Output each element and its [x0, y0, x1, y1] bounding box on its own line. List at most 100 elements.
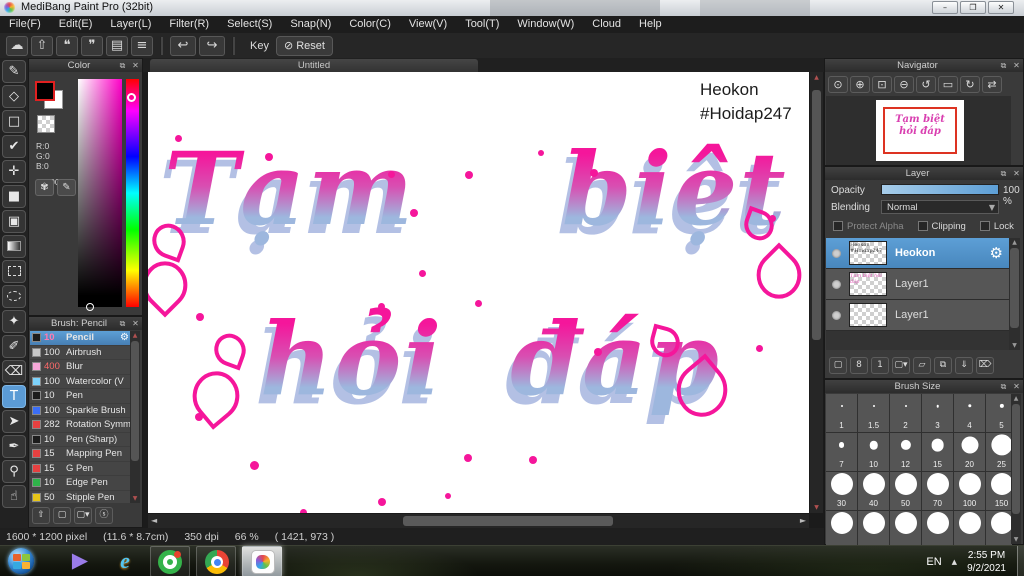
transparent-color-swatch[interactable]: [37, 115, 55, 133]
brush-size-20[interactable]: 20: [954, 433, 985, 471]
operation-tool[interactable]: ➤: [2, 410, 26, 433]
brush-list-scrollbar[interactable]: ▲ ▼: [130, 331, 140, 503]
layer-list-scrollbar[interactable]: ▲ ▼: [1009, 238, 1020, 350]
blending-select[interactable]: Normal ▼: [881, 200, 999, 214]
add-layer-menu-button[interactable]: ▢▾: [892, 357, 910, 374]
palette-button[interactable]: ✾: [35, 179, 54, 196]
tray-chevron-icon[interactable]: ▲: [952, 558, 957, 566]
brush-item-rotation-symm[interactable]: 282 Rotation Symm: [30, 418, 131, 433]
brush-item-mapping-pen[interactable]: 15 Mapping Pen: [30, 447, 131, 462]
move-tool[interactable]: ✛: [2, 160, 26, 183]
canvas[interactable]: Heokon #Hoidap247 Tạm biệt hỏi đáp: [148, 72, 809, 513]
menu-item-file-f[interactable]: File(F): [0, 16, 50, 33]
menu-item-cloud[interactable]: Cloud: [583, 16, 630, 33]
canvas-vertical-scrollbar[interactable]: ▲ ▼: [810, 72, 823, 513]
add-layer-button[interactable]: ▢: [829, 357, 847, 374]
layer-row-layer1[interactable]: Layer1: [826, 300, 1011, 331]
brush-size-1[interactable]: 1: [826, 394, 857, 432]
delete-layer-button[interactable]: ⌦: [976, 357, 994, 374]
canvas-horizontal-scrollbar[interactable]: ◄ ►: [148, 514, 809, 528]
brush-size-100[interactable]: 100: [954, 472, 985, 510]
protect-alpha-checkbox[interactable]: Protect Alpha: [833, 221, 904, 232]
brush-size-cell[interactable]: [922, 511, 953, 545]
brush-size-4[interactable]: 4: [954, 394, 985, 432]
document-button[interactable]: ▤: [106, 35, 128, 56]
brush-size-25[interactable]: 25: [986, 433, 1012, 471]
close-icon[interactable]: ✕: [1010, 382, 1023, 391]
flip-view-button[interactable]: ⇄: [982, 76, 1002, 93]
popout-icon[interactable]: ⧉: [116, 61, 129, 71]
popout-icon[interactable]: ⧉: [997, 169, 1010, 179]
language-indicator[interactable]: EN: [926, 556, 941, 568]
brush-item-sparkle-brush[interactable]: 100 Sparkle Brush: [30, 404, 131, 418]
close-icon[interactable]: ✕: [129, 319, 142, 328]
brush-size-40[interactable]: 40: [858, 472, 889, 510]
menu-item-window-w[interactable]: Window(W): [508, 16, 583, 33]
taskbar-kmplayer-icon[interactable]: ▶: [68, 549, 92, 573]
add-1bit-layer-button[interactable]: 1: [871, 357, 889, 374]
upload-brush-button[interactable]: ⇧: [32, 507, 50, 524]
select-pen-tool[interactable]: ✐: [2, 335, 26, 358]
canvas-tab[interactable]: Untitled: [150, 59, 478, 72]
brush-size-70[interactable]: 70: [922, 472, 953, 510]
figure-tool[interactable]: □: [2, 110, 26, 133]
saturation-value-picker[interactable]: [78, 79, 122, 311]
brush-size-50[interactable]: 50: [890, 472, 921, 510]
layer-folder-button[interactable]: ▱: [913, 357, 931, 374]
clock[interactable]: 2:55 PM 9/2/2021: [967, 549, 1006, 575]
minimize-button[interactable]: –: [932, 1, 958, 14]
add-brush-menu-button[interactable]: ▢▾: [74, 507, 92, 524]
close-icon[interactable]: ✕: [129, 61, 142, 70]
reset-button[interactable]: ⊘ Reset: [275, 35, 333, 56]
navigator-thumbnail[interactable]: Tạm biệt hỏi đáp: [876, 100, 964, 161]
menu-item-edit-e[interactable]: Edit(E): [50, 16, 102, 33]
taskbar-internet-explorer-icon[interactable]: e: [113, 549, 137, 573]
magic-wand-tool[interactable]: ✦: [2, 310, 26, 333]
brush-item-airbrush[interactable]: 100 Airbrush: [30, 346, 131, 360]
gradient-tool[interactable]: [2, 235, 26, 258]
brush-item-pen-sharp[interactable]: 10 Pen (Sharp): [30, 433, 131, 447]
menu-item-tool-t[interactable]: Tool(T): [456, 16, 508, 33]
fill-rect-tool[interactable]: ■: [2, 185, 26, 208]
restore-button[interactable]: ❐: [960, 1, 986, 14]
brush-item-g-pen[interactable]: 15 G Pen: [30, 462, 131, 476]
reset-view-button[interactable]: ▭: [938, 76, 958, 93]
close-button[interactable]: ✕: [988, 1, 1014, 14]
brush-item-watercolor-v[interactable]: 100 Watercolor (V: [30, 375, 131, 389]
layer-row-heokon[interactable]: Heokon #Hoidap247 Heokon ⚙: [826, 238, 1011, 269]
text-tool[interactable]: T: [2, 385, 26, 408]
brush-item-pen[interactable]: 10 Pen: [30, 389, 131, 404]
menu-item-filter-r[interactable]: Filter(R): [160, 16, 218, 33]
undo-button[interactable]: ↩: [170, 35, 196, 56]
brush-size-cell[interactable]: [826, 511, 857, 545]
select-eraser-tool[interactable]: ⌫: [2, 360, 26, 383]
layer-visibility-dot[interactable]: [832, 310, 841, 320]
brush-size-cell[interactable]: [954, 511, 985, 545]
add-8bit-layer-button[interactable]: 8: [850, 357, 868, 374]
hand-tool[interactable]: ☝: [2, 485, 26, 508]
publish-button[interactable]: ⇧: [31, 35, 53, 56]
pen-tool[interactable]: ✒: [2, 435, 26, 458]
redo-button[interactable]: ↪: [199, 35, 225, 56]
brush-size-150[interactable]: 150: [986, 472, 1012, 510]
popout-icon[interactable]: ⧉: [116, 319, 129, 329]
start-button[interactable]: [8, 548, 34, 574]
eyedropper-tool[interactable]: ⚲: [2, 460, 26, 483]
taskbar-chrome-button[interactable]: [196, 546, 236, 576]
cloud-button[interactable]: ☁: [6, 35, 28, 56]
opacity-slider[interactable]: [881, 184, 999, 195]
select-tool[interactable]: [2, 260, 26, 283]
rotate-right-button[interactable]: ↻: [960, 76, 980, 93]
layer-settings-gear-icon[interactable]: ⚙: [990, 244, 1003, 262]
brush-size-15[interactable]: 15: [922, 433, 953, 471]
zoom-in-button[interactable]: ⊕: [850, 76, 870, 93]
taskbar-medibang-button[interactable]: [242, 546, 282, 576]
eraser-tool[interactable]: ◇: [2, 85, 26, 108]
brush-item-blur[interactable]: 400 Blur: [30, 360, 131, 375]
menu-item-help[interactable]: Help: [630, 16, 671, 33]
script-brush-button[interactable]: ⓢ: [95, 507, 113, 524]
layer-row-layer1[interactable]: Tạm biệt hỏi đáp Layer1: [826, 269, 1011, 300]
brush-tool[interactable]: ✎: [2, 60, 26, 83]
duplicate-layer-button[interactable]: ⧉: [934, 357, 952, 374]
brush-size-cell[interactable]: [858, 511, 889, 545]
